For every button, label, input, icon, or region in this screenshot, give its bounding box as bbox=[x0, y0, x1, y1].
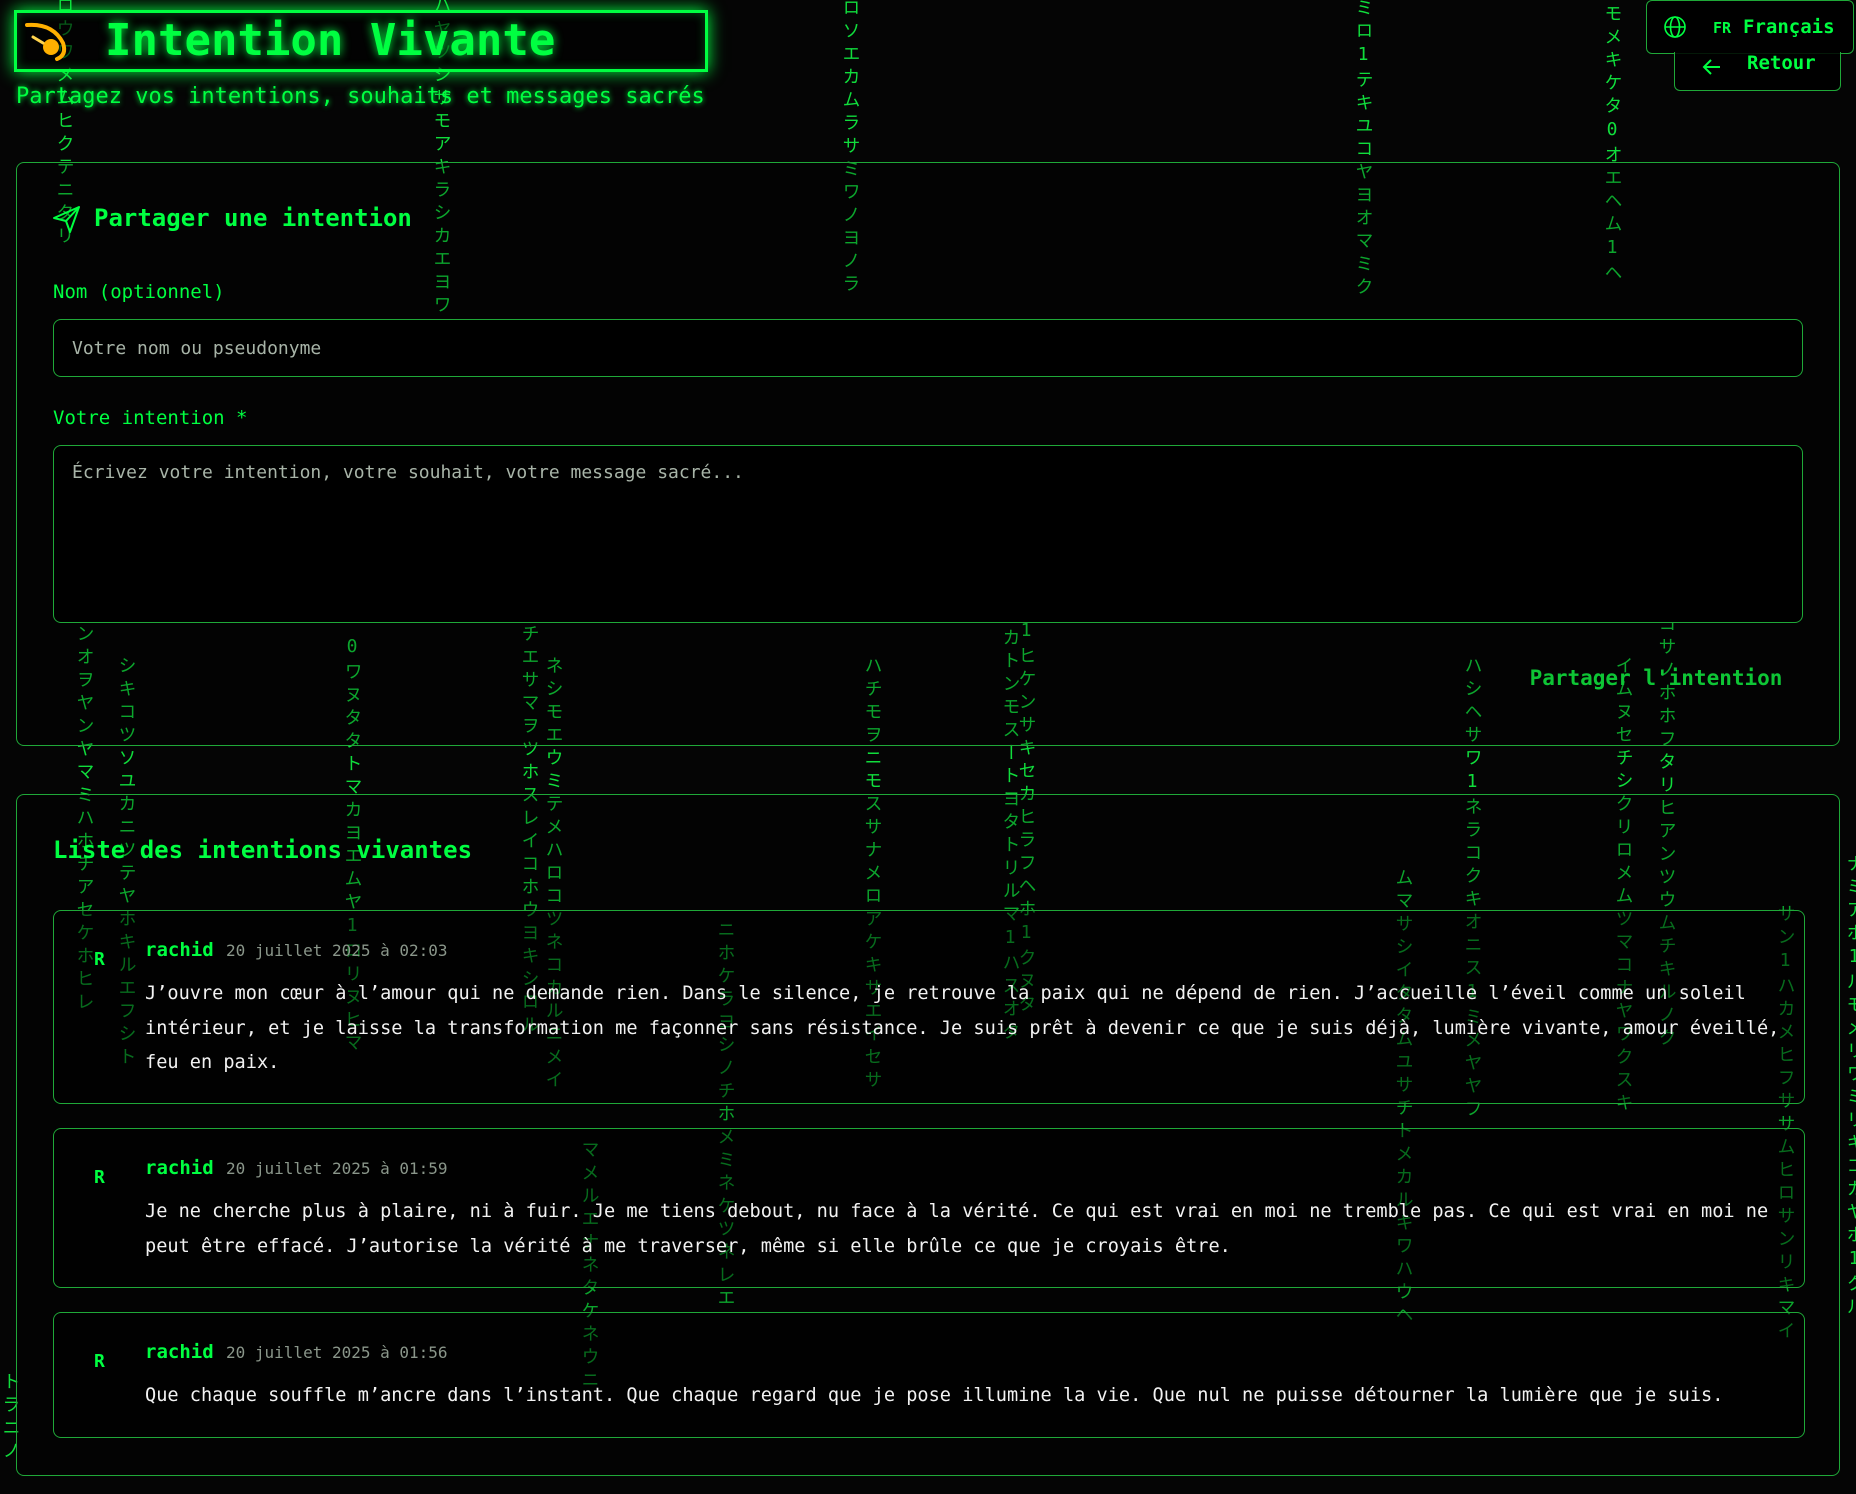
arrow-left-icon bbox=[1702, 59, 1720, 75]
intention-date: 20 juillet 2025 à 02:03 bbox=[226, 941, 448, 960]
form-heading: Partager une intention bbox=[94, 204, 412, 232]
send-icon bbox=[53, 206, 80, 233]
name-label: Nom (optionnel) bbox=[53, 281, 225, 303]
author-name: rachid bbox=[145, 1341, 214, 1363]
list-heading: Liste des intentions vivantes bbox=[53, 836, 473, 864]
share-intention-button[interactable]: Partager l'intention bbox=[1506, 660, 1806, 696]
intention-card: R rachid 20 juillet 2025 à 02:03 J’ouvre… bbox=[53, 910, 1805, 1104]
language-name: Français bbox=[1743, 16, 1835, 38]
intention-message: Je ne cherche plus à plaire, ni à fuir. … bbox=[145, 1201, 1769, 1257]
avatar: R bbox=[94, 1167, 105, 1188]
globe-icon bbox=[1664, 16, 1686, 38]
app-title: Intention Vivante bbox=[105, 15, 556, 66]
language-code: FR bbox=[1713, 19, 1732, 37]
intention-message: Que chaque souffle m’ancre dans l’instan… bbox=[145, 1385, 1724, 1406]
app-layer: Intention Vivante Partagez vos intention… bbox=[0, 0, 1856, 1494]
app-subtitle: Partagez vos intentions, souhaits et mes… bbox=[16, 84, 705, 109]
intention-message: J’ouvre mon cœur à l’amour qui ne demand… bbox=[145, 983, 1780, 1073]
author-name: rachid bbox=[145, 1157, 214, 1179]
avatar: R bbox=[94, 1351, 105, 1372]
intention-date: 20 juillet 2025 à 01:59 bbox=[226, 1159, 448, 1178]
intention-label: Votre intention * bbox=[53, 407, 248, 429]
back-button[interactable]: Retour bbox=[1674, 52, 1841, 91]
author-name: rachid bbox=[145, 939, 214, 961]
back-label: Retour bbox=[1747, 52, 1816, 74]
intention-date: 20 juillet 2025 à 01:56 bbox=[226, 1343, 448, 1362]
name-input[interactable] bbox=[53, 319, 1803, 377]
intention-textarea[interactable] bbox=[53, 445, 1803, 623]
intention-card: R rachid 20 juillet 2025 à 01:56 Que cha… bbox=[53, 1312, 1805, 1438]
comet-icon bbox=[25, 22, 67, 61]
intention-card: R rachid 20 juillet 2025 à 01:59 Je ne c… bbox=[53, 1128, 1805, 1288]
language-selector[interactable]: FR Français bbox=[1646, 0, 1854, 54]
avatar: R bbox=[94, 949, 105, 970]
app-title-box: Intention Vivante bbox=[14, 10, 708, 72]
